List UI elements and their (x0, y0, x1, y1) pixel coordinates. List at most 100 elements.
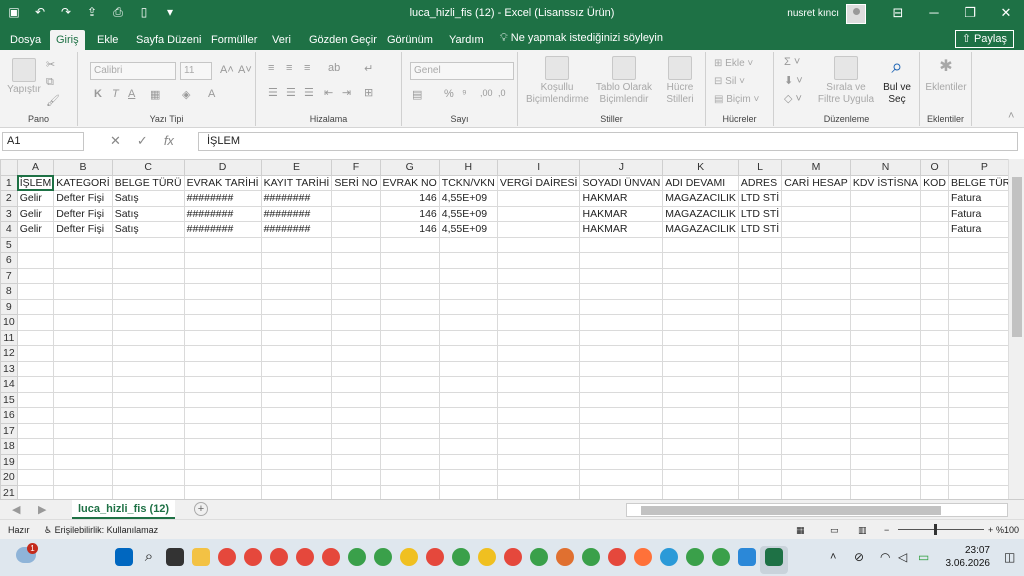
cell[interactable] (662, 453, 739, 470)
cell[interactable] (183, 283, 262, 300)
cell[interactable] (438, 422, 498, 439)
cell[interactable] (849, 360, 922, 377)
file-explorer-icon[interactable] (192, 548, 210, 566)
cell[interactable] (662, 267, 739, 284)
cell[interactable]: MAGAZACILIK (662, 190, 739, 207)
share-button[interactable]: ⇧ Paylaş (954, 30, 1014, 48)
cell[interactable] (920, 314, 949, 331)
row-header[interactable]: 5 (0, 236, 18, 253)
cell[interactable] (111, 422, 185, 439)
cell[interactable] (947, 298, 1008, 315)
cell[interactable] (781, 267, 851, 284)
cell[interactable] (496, 376, 581, 393)
cell[interactable] (920, 438, 949, 455)
cell[interactable] (662, 360, 739, 377)
cell[interactable] (438, 314, 498, 331)
cell[interactable] (496, 407, 581, 424)
cell[interactable] (16, 345, 55, 362)
cell[interactable] (260, 438, 333, 455)
chrome-icon[interactable] (452, 548, 470, 566)
cell[interactable] (579, 236, 664, 253)
cell[interactable] (260, 453, 333, 470)
cell[interactable] (849, 267, 922, 284)
user-name[interactable]: nusret kıncı (787, 8, 839, 19)
cell[interactable] (947, 438, 1008, 455)
cell[interactable]: ######## (183, 221, 262, 238)
cell[interactable] (331, 407, 381, 424)
horizontal-scrollbar[interactable] (626, 503, 1008, 517)
cell[interactable] (737, 360, 783, 377)
cell[interactable] (260, 391, 333, 408)
cell[interactable]: 4,55E+09 (438, 221, 498, 238)
cell[interactable] (781, 484, 851, 499)
cell[interactable] (16, 438, 55, 455)
battery-icon[interactable]: ▭ (918, 548, 936, 566)
decrease-decimal-icon[interactable]: ,0 (498, 88, 506, 98)
cell[interactable] (379, 376, 440, 393)
cell[interactable]: ######## (260, 190, 333, 207)
cell[interactable] (379, 422, 440, 439)
cell[interactable] (737, 469, 783, 486)
cell[interactable] (111, 298, 185, 315)
cell[interactable] (496, 267, 581, 284)
cell[interactable] (496, 190, 581, 207)
cell[interactable] (920, 469, 949, 486)
tab-view[interactable]: Görünüm (381, 31, 439, 50)
minimize-icon[interactable]: ─ (916, 0, 952, 28)
cell[interactable] (737, 267, 783, 284)
page-layout-view-icon[interactable]: ▭ (830, 525, 839, 536)
row-header[interactable]: 16 (0, 407, 18, 424)
cell[interactable]: MAGAZACILIK (662, 221, 739, 238)
cut-icon[interactable]: ✂ (46, 58, 55, 71)
cell[interactable] (53, 283, 113, 300)
addins-button[interactable]: ✱ Eklentiler (924, 56, 968, 94)
increase-decimal-icon[interactable]: ,00 (480, 88, 493, 98)
cell[interactable] (849, 329, 922, 346)
cell[interactable]: 146 (379, 205, 440, 222)
tab-page-layout[interactable]: Sayfa Düzeni (130, 31, 207, 50)
cell[interactable] (438, 267, 498, 284)
delete-cells-button[interactable]: ⊟ Sil ˅ (714, 76, 745, 87)
cell[interactable] (111, 360, 185, 377)
edge-icon[interactable] (660, 548, 678, 566)
column-header[interactable]: K (662, 159, 739, 176)
cell[interactable] (53, 453, 113, 470)
cell[interactable] (920, 422, 949, 439)
cell[interactable] (379, 329, 440, 346)
clock[interactable]: 23:07 3.06.2026 (946, 544, 991, 570)
orientation-icon[interactable]: ab (328, 62, 340, 74)
cell[interactable] (920, 329, 949, 346)
cell[interactable] (849, 376, 922, 393)
app-icon[interactable] (556, 548, 574, 566)
cell[interactable] (662, 376, 739, 393)
format-as-table-button[interactable]: Tablo Olarak Biçimlendir (594, 56, 654, 106)
number-format-box[interactable]: Genel (410, 62, 514, 80)
cell[interactable] (331, 205, 381, 222)
row-header[interactable]: 8 (0, 283, 18, 300)
accessibility-status[interactable]: ♿︎ Erişilebilirlik: Kullanılamaz (44, 525, 158, 536)
cell[interactable] (111, 236, 185, 253)
cell[interactable] (111, 391, 185, 408)
cell[interactable] (260, 252, 333, 269)
cell[interactable] (947, 283, 1008, 300)
cell[interactable] (16, 453, 55, 470)
cell[interactable] (379, 469, 440, 486)
cell[interactable] (111, 345, 185, 362)
cell[interactable] (331, 252, 381, 269)
cell[interactable] (947, 329, 1008, 346)
cell[interactable] (438, 252, 498, 269)
cell[interactable] (920, 267, 949, 284)
cell[interactable] (737, 407, 783, 424)
cell[interactable] (496, 298, 581, 315)
chrome-icon[interactable] (322, 548, 340, 566)
cell[interactable]: HAKMAR (579, 221, 664, 238)
row-header[interactable]: 4 (0, 221, 18, 238)
cell[interactable] (53, 407, 113, 424)
cell[interactable]: HAKMAR (579, 190, 664, 207)
cell[interactable] (496, 314, 581, 331)
bottom-align-icon[interactable]: ≡ (304, 62, 310, 74)
cell[interactable] (781, 453, 851, 470)
tab-home[interactable]: Giriş (50, 30, 85, 51)
cell[interactable] (496, 422, 581, 439)
cell[interactable]: Satış (111, 221, 185, 238)
